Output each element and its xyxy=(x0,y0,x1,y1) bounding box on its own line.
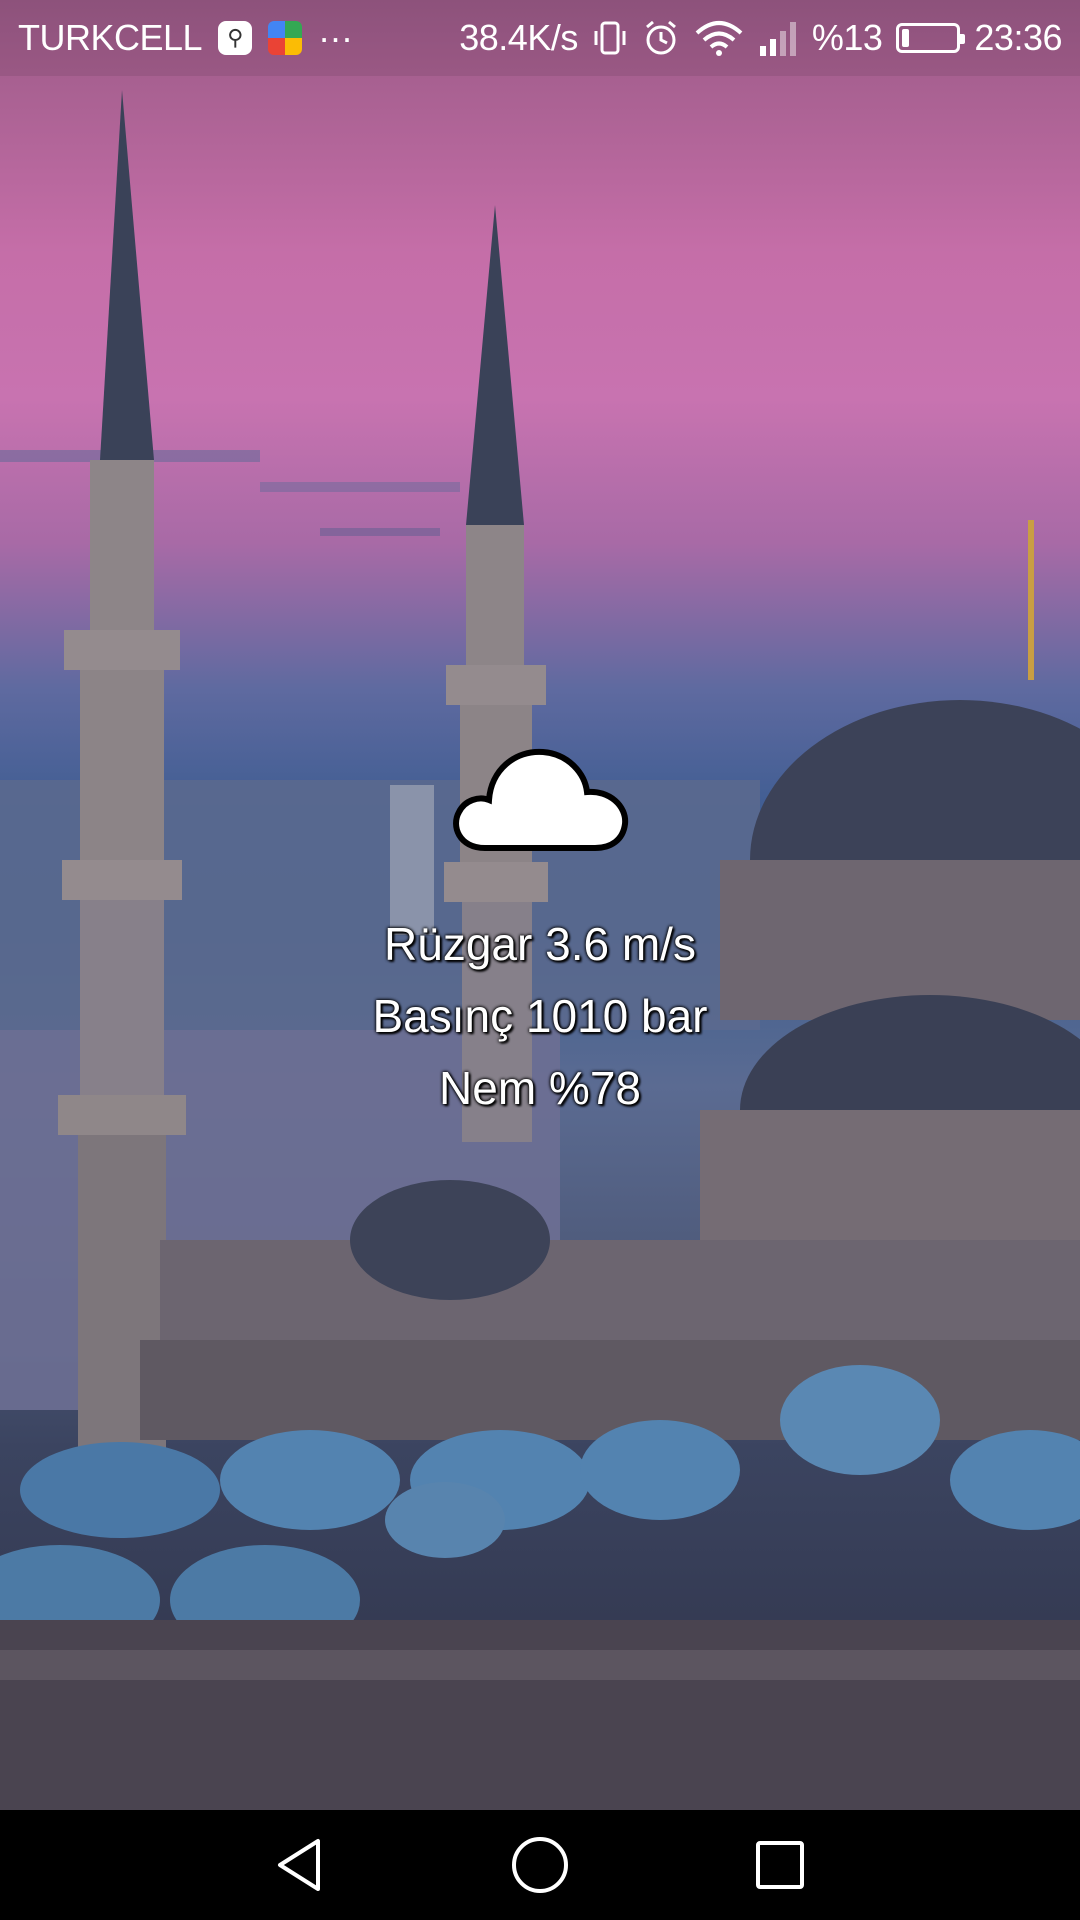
battery-icon xyxy=(896,23,966,53)
app-notification-icon: ⚲ xyxy=(218,21,253,55)
alarm-icon xyxy=(642,19,680,57)
humidity-value: Nem %78 xyxy=(439,1062,641,1114)
weather-widget[interactable]: Rüzgar 3.6 m/s Basınç 1010 bar Nem %78 xyxy=(0,720,1080,1124)
carrier-name: TURKCELL xyxy=(18,17,203,58)
vibrate-icon xyxy=(592,19,628,57)
google-play-icon xyxy=(268,21,303,55)
back-icon[interactable] xyxy=(260,1825,340,1905)
wind-speed: Rüzgar 3.6 m/s xyxy=(384,918,696,970)
recents-icon[interactable] xyxy=(740,1825,820,1905)
more-notifications-icon: ··· xyxy=(318,17,353,58)
cloud-icon xyxy=(0,720,1080,860)
network-speed: 38.4K/s xyxy=(459,17,578,58)
battery-percent: %13 xyxy=(811,17,883,58)
signal-icon xyxy=(758,20,798,56)
clock: 23:36 xyxy=(974,17,1062,58)
navigation-bar xyxy=(0,1810,1080,1920)
wifi-icon xyxy=(694,19,744,57)
home-icon[interactable] xyxy=(500,1825,580,1905)
status-bar: TURKCELL ⚲ ··· 38.4K/s %13 23:36 xyxy=(0,0,1080,76)
pressure-value: Basınç 1010 bar xyxy=(372,990,708,1042)
